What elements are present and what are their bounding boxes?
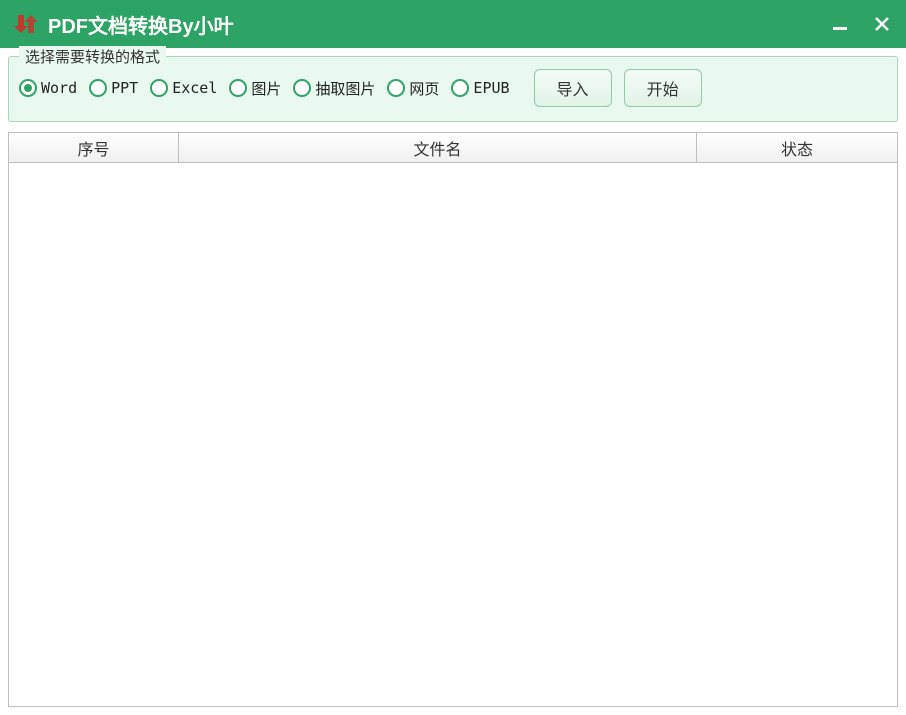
minimize-button[interactable] (828, 12, 852, 36)
action-buttons: 导入 开始 (534, 69, 702, 107)
window-controls (828, 12, 894, 36)
radio-icon (293, 79, 311, 97)
content-area: 选择需要转换的格式 Word PPT Excel (0, 48, 906, 715)
radio-webpage[interactable]: 网页 (387, 78, 439, 99)
radio-image[interactable]: 图片 (229, 78, 281, 99)
import-button[interactable]: 导入 (534, 69, 612, 107)
fieldset-legend: 选择需要转换的格式 (19, 46, 166, 67)
close-button[interactable] (870, 12, 894, 36)
radio-label: 抽取图片 (315, 78, 375, 99)
titlebar: PDF文档转换By小叶 (0, 0, 906, 48)
radio-epub[interactable]: EPUB (451, 79, 509, 97)
radio-label: PPT (111, 79, 138, 97)
radio-label: Excel (172, 79, 217, 97)
radio-label: 图片 (251, 78, 281, 99)
radio-extract-image[interactable]: 抽取图片 (293, 78, 375, 99)
radio-ppt[interactable]: PPT (89, 79, 138, 97)
radio-icon (451, 79, 469, 97)
column-header-index[interactable]: 序号 (9, 133, 179, 162)
app-icon (12, 10, 40, 38)
radio-excel[interactable]: Excel (150, 79, 217, 97)
column-header-filename[interactable]: 文件名 (179, 133, 697, 162)
window-title: PDF文档转换By小叶 (48, 10, 828, 39)
file-table: 序号 文件名 状态 (8, 132, 898, 707)
format-row: Word PPT Excel 图片 (19, 69, 887, 107)
table-header: 序号 文件名 状态 (9, 133, 897, 163)
radio-icon (19, 79, 37, 97)
radio-icon (89, 79, 107, 97)
start-button[interactable]: 开始 (624, 69, 702, 107)
format-fieldset: 选择需要转换的格式 Word PPT Excel (8, 56, 898, 122)
radio-icon (229, 79, 247, 97)
radio-word[interactable]: Word (19, 79, 77, 97)
column-header-status[interactable]: 状态 (697, 133, 897, 162)
radio-icon (150, 79, 168, 97)
radio-label: EPUB (473, 79, 509, 97)
radio-label: Word (41, 79, 77, 97)
app-window: PDF文档转换By小叶 选择需要转换的格式 Word (0, 0, 906, 715)
radio-icon (387, 79, 405, 97)
radio-label: 网页 (409, 78, 439, 99)
